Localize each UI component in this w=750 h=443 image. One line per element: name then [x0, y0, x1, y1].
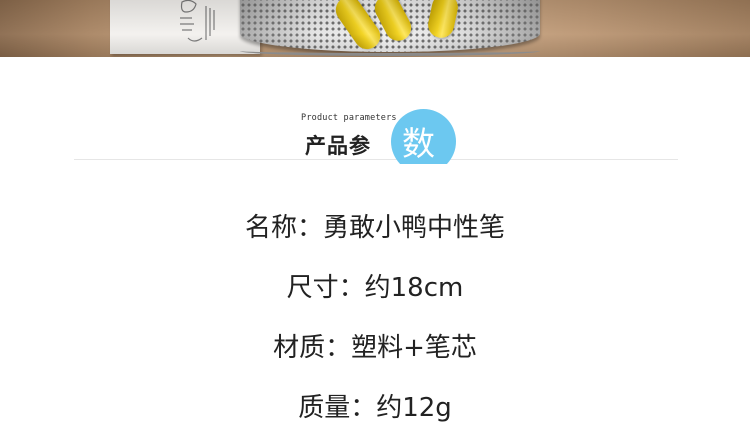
product-detail-page: Product parameters 产品参 数 名称：勇敢小鸭中性笔 尺寸：约…: [0, 0, 750, 443]
header-subtitle-en: Product parameters: [301, 113, 397, 123]
param-weight: 质量：约12g: [298, 393, 452, 423]
product-photo: [0, 0, 750, 57]
param-name: 名称：勇敢小鸭中性笔: [244, 213, 505, 243]
param-material: 材质：塑料+笔芯: [273, 333, 477, 363]
param-size: 尺寸：约18cm: [286, 273, 464, 303]
section-header: Product parameters 产品参 数: [0, 104, 750, 164]
header-title-highlight: 数: [402, 124, 435, 163]
header-divider: [74, 159, 678, 160]
header-title-zh: 产品参: [305, 134, 371, 158]
